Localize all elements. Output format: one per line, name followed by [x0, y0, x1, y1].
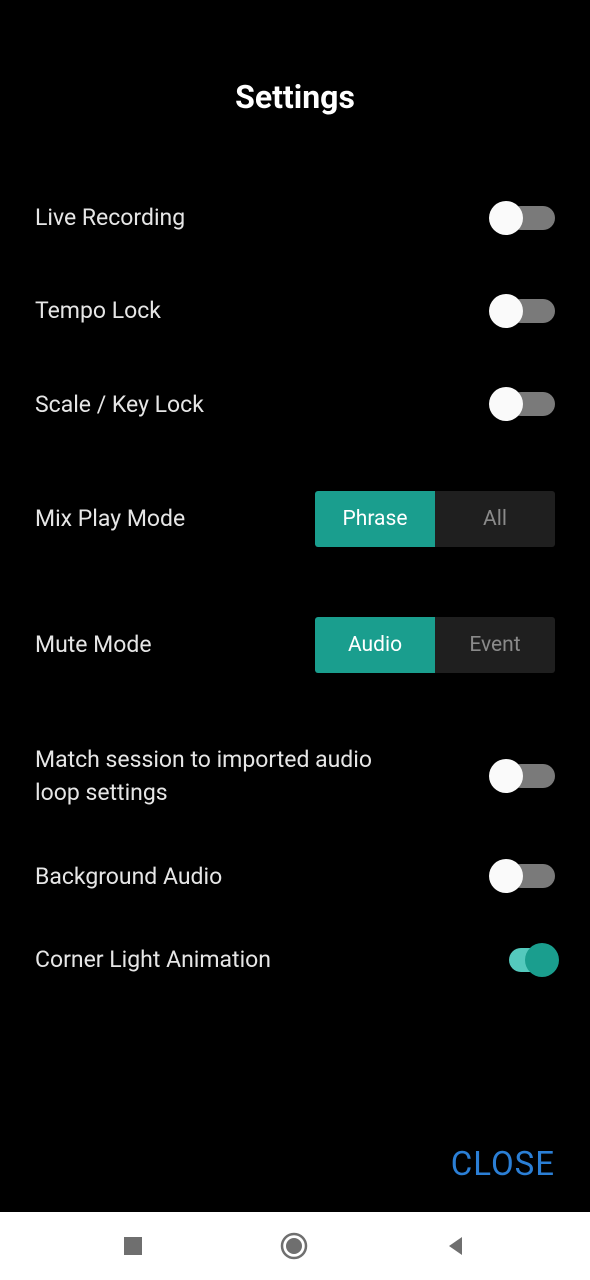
label-background-audio: Background Audio [35, 860, 222, 893]
row-scale-key-lock: Scale / Key Lock [35, 388, 555, 421]
toggle-tempo-lock[interactable] [493, 299, 555, 323]
toggle-knob [489, 294, 523, 328]
row-match-session: Match session to imported audio loop set… [35, 743, 555, 810]
nav-home-icon[interactable] [279, 1231, 309, 1261]
toggle-scale-key-lock[interactable] [493, 392, 555, 416]
seg-mix-all[interactable]: All [435, 491, 555, 547]
label-scale-key-lock: Scale / Key Lock [35, 388, 204, 421]
label-corner-light: Corner Light Animation [35, 943, 271, 976]
label-tempo-lock: Tempo Lock [35, 294, 161, 327]
row-mute-mode: Mute Mode Audio Event [35, 617, 555, 673]
toggle-corner-light[interactable] [493, 948, 555, 972]
toggle-match-session[interactable] [493, 764, 555, 788]
page-title: Settings [35, 78, 555, 116]
label-live-recording: Live Recording [35, 201, 185, 234]
row-mix-play-mode: Mix Play Mode Phrase All [35, 491, 555, 547]
android-navbar [0, 1212, 590, 1280]
toggle-knob [525, 943, 559, 977]
segmented-mix-play-mode: Phrase All [315, 491, 555, 547]
seg-mute-audio[interactable]: Audio [315, 617, 435, 673]
row-background-audio: Background Audio [35, 860, 555, 893]
nav-back-icon[interactable] [444, 1234, 468, 1258]
nav-recent-icon[interactable] [122, 1235, 144, 1257]
toggle-background-audio[interactable] [493, 864, 555, 888]
seg-mix-phrase[interactable]: Phrase [315, 491, 435, 547]
label-mix-play-mode: Mix Play Mode [35, 502, 185, 535]
row-live-recording: Live Recording [35, 201, 555, 234]
toggle-knob [489, 201, 523, 235]
toggle-live-recording[interactable] [493, 206, 555, 230]
row-tempo-lock: Tempo Lock [35, 294, 555, 327]
label-match-session: Match session to imported audio loop set… [35, 743, 375, 810]
seg-mute-event[interactable]: Event [435, 617, 555, 673]
segmented-mute-mode: Audio Event [315, 617, 555, 673]
toggle-knob [489, 759, 523, 793]
label-mute-mode: Mute Mode [35, 628, 152, 661]
toggle-knob [489, 859, 523, 893]
close-row: CLOSE [0, 1145, 590, 1212]
row-corner-light: Corner Light Animation [35, 943, 555, 976]
close-button[interactable]: CLOSE [451, 1145, 555, 1184]
toggle-knob [489, 387, 523, 421]
